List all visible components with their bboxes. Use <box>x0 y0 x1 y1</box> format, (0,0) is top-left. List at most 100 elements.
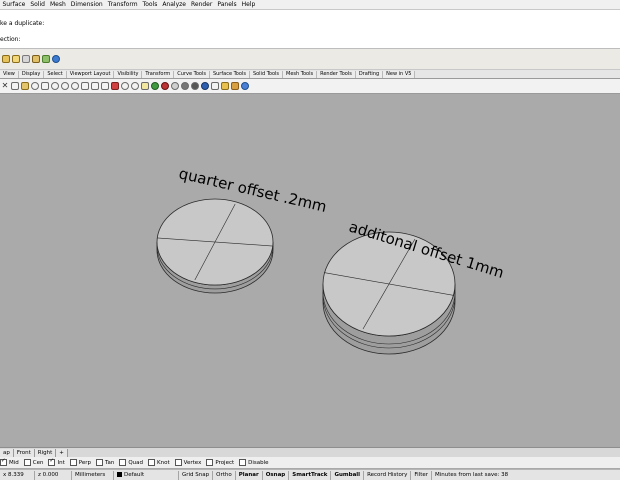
viewport-tab-front[interactable]: Front <box>13 448 35 457</box>
tab-curve-tools[interactable]: Curve Tools <box>174 71 210 78</box>
command-history: ke a duplicate: <box>0 20 45 27</box>
zoom-window-icon[interactable] <box>71 82 79 90</box>
tree-icon[interactable] <box>42 55 50 63</box>
main-icon-toolbar: ✕ <box>0 79 620 94</box>
tab-render-tools[interactable]: Render Tools <box>317 71 356 78</box>
globe-icon[interactable] <box>52 55 60 63</box>
tab-display[interactable]: Display <box>18 71 45 78</box>
perspective-viewport[interactable]: quarter offset .2mm additonal offset 1mm <box>0 94 620 446</box>
color-sphere-icon[interactable] <box>151 82 159 90</box>
lasso-icon[interactable] <box>131 82 139 90</box>
help-icon[interactable] <box>241 82 249 90</box>
osnap-mid[interactable]: Mid <box>0 457 19 466</box>
menu-help[interactable]: Help <box>239 1 258 8</box>
shaded-sphere-icon[interactable] <box>171 82 179 90</box>
status-ortho[interactable]: Ortho <box>213 470 236 480</box>
tab-surface-tools[interactable]: Surface Tools <box>209 71 250 78</box>
viewport-scene: quarter offset .2mm additonal offset 1mm <box>156 164 506 355</box>
checkbox-cen[interactable] <box>23 459 31 466</box>
render-car-icon[interactable] <box>111 82 119 90</box>
status-osnap[interactable]: Osnap <box>263 470 290 480</box>
checkbox-tan[interactable] <box>96 459 104 466</box>
open-icon[interactable] <box>2 55 10 63</box>
status-filter[interactable]: Filter <box>411 470 433 480</box>
menu-solid[interactable]: Solid <box>28 1 48 8</box>
tab-visibility[interactable]: Visibility <box>114 71 143 78</box>
zoom-icon[interactable] <box>61 82 69 90</box>
status-units[interactable]: Millimeters <box>72 470 114 480</box>
checkbox-project[interactable] <box>206 459 214 466</box>
viewport-tab-top[interactable]: ap <box>0 448 14 457</box>
rotate-view-icon[interactable] <box>51 82 59 90</box>
menu-surface[interactable]: Surface <box>0 1 28 8</box>
checkbox-quad[interactable] <box>119 459 127 466</box>
menu-render[interactable]: Render <box>188 1 214 8</box>
material-icon[interactable] <box>161 82 169 90</box>
select-icon[interactable] <box>121 82 129 90</box>
toolbar-tabs: View Display Select Viewport Layout Visi… <box>0 70 620 79</box>
status-record-history[interactable]: Record History <box>364 470 412 480</box>
tab-solid-tools[interactable]: Solid Tools <box>249 71 284 78</box>
checkbox-vertex[interactable] <box>174 459 182 466</box>
viewport-tab-add[interactable]: + <box>56 448 68 457</box>
tab-view[interactable]: View <box>0 71 19 78</box>
close-icon[interactable]: ✕ <box>1 82 9 90</box>
hand-pan-icon[interactable] <box>41 82 49 90</box>
zoom-selected-icon[interactable] <box>91 82 99 90</box>
command-prompt[interactable]: ection: <box>0 36 21 43</box>
osnap-disable[interactable]: Disable <box>239 459 269 466</box>
osnap-quad[interactable]: Quad <box>119 459 143 466</box>
tab-viewport-layout[interactable]: Viewport Layout <box>66 71 115 78</box>
layer-color-swatch <box>117 471 122 477</box>
osnap-perp[interactable]: Perp <box>69 459 91 466</box>
layer-icon[interactable] <box>32 55 40 63</box>
tab-select[interactable]: Select <box>44 71 67 78</box>
menu-transform[interactable]: Transform <box>105 1 140 8</box>
dark-sphere-icon[interactable] <box>191 82 199 90</box>
menu-mesh[interactable]: Mesh <box>47 1 68 8</box>
menu-analyze[interactable]: Analyze <box>160 1 189 8</box>
osnap-int[interactable]: Int <box>48 457 65 466</box>
osnap-knot[interactable]: Knot <box>148 459 170 466</box>
checkbox-mid[interactable] <box>0 457 7 466</box>
status-grid-snap[interactable]: Grid Snap <box>179 470 214 480</box>
zoom-extents-icon[interactable] <box>81 82 89 90</box>
checkbox-int[interactable] <box>48 457 56 466</box>
undo-icon[interactable] <box>31 82 39 90</box>
status-gumball[interactable]: Gumball <box>331 470 365 480</box>
menu-bar: Surface Solid Mesh Dimension Transform T… <box>0 0 620 10</box>
status-planar[interactable]: Planar <box>236 470 263 480</box>
command-area: ke a duplicate: ection: <box>0 10 620 49</box>
grid-icon[interactable] <box>101 82 109 90</box>
status-layer[interactable]: Default <box>114 470 179 480</box>
options-icon[interactable] <box>211 82 219 90</box>
checkbox-disable[interactable] <box>239 459 247 466</box>
osnap-project[interactable]: Project <box>206 459 234 466</box>
rendered-sphere-icon[interactable] <box>181 82 189 90</box>
osnap-vertex[interactable]: Vertex <box>174 459 201 466</box>
menu-tools[interactable]: Tools <box>140 1 160 8</box>
left-disk[interactable] <box>156 198 274 294</box>
checkbox-perp[interactable] <box>69 459 77 466</box>
settings-icon[interactable] <box>231 82 239 90</box>
folder-icon[interactable] <box>12 55 20 63</box>
tab-transform[interactable]: Transform <box>142 71 175 78</box>
osnap-tan[interactable]: Tan <box>96 459 114 466</box>
blue-sphere-icon[interactable] <box>201 82 209 90</box>
viewport-tab-right[interactable]: Right <box>34 448 57 457</box>
menu-dimension[interactable]: Dimension <box>68 1 105 8</box>
checkbox-knot[interactable] <box>148 459 156 466</box>
tab-mesh-tools[interactable]: Mesh Tools <box>283 71 318 78</box>
viewport-tabs: ap Front Right + <box>0 447 620 457</box>
status-smarttrack[interactable]: SmartTrack <box>289 470 332 480</box>
tab-drafting[interactable]: Drafting <box>355 71 384 78</box>
properties-icon[interactable] <box>221 82 229 90</box>
osnap-cen[interactable]: Cen <box>23 459 43 466</box>
paste-icon[interactable] <box>21 82 29 90</box>
light-bulb-icon[interactable] <box>141 82 149 90</box>
status-z-coordinate: z 0.000 <box>35 470 72 480</box>
copy-icon[interactable] <box>11 82 19 90</box>
menu-panels[interactable]: Panels <box>215 1 239 8</box>
tab-new-in-v5[interactable]: New in V5 <box>383 71 416 78</box>
pencil-icon[interactable] <box>22 55 30 63</box>
